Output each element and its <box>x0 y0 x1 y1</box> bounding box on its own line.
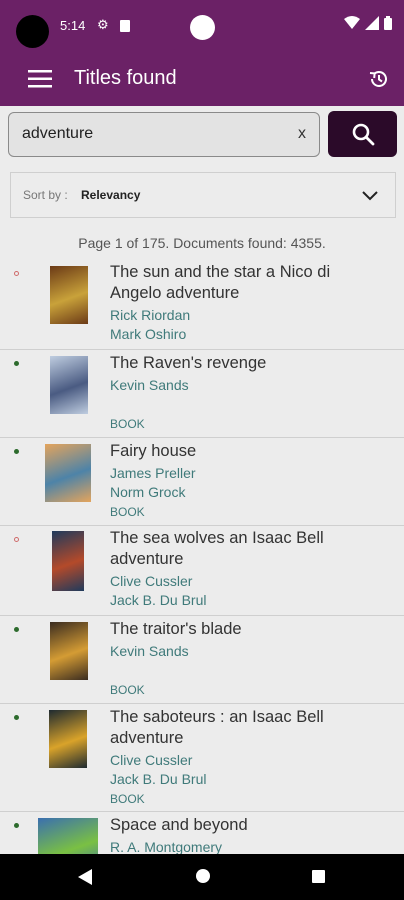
result-title[interactable]: The saboteurs : an Isaac Bell adventure <box>110 707 395 749</box>
list-item[interactable]: The sun and the star a Nico di Angelo adv… <box>0 260 404 350</box>
wifi-icon <box>344 16 360 29</box>
settings-status-icon: ⚙ <box>97 17 109 32</box>
result-author[interactable]: Kevin Sands <box>110 377 189 393</box>
page-info: Page 1 of 175. Documents found: 4355. <box>78 235 326 251</box>
search-input-value: adventure <box>22 125 94 142</box>
status-bullet <box>14 537 19 542</box>
recent-apps-icon[interactable] <box>312 870 325 883</box>
home-icon[interactable] <box>196 869 210 883</box>
result-author[interactable]: James Preller <box>110 465 196 481</box>
clear-search-button[interactable]: x <box>298 125 306 143</box>
result-author[interactable]: Clive Cussler <box>110 573 192 589</box>
camera-cutout <box>16 15 49 48</box>
search-input[interactable]: adventure x <box>8 112 320 157</box>
system-nav-bar <box>0 854 404 900</box>
history-icon[interactable] <box>367 67 391 91</box>
chevron-down-icon <box>362 191 378 201</box>
sort-label: Sort by : <box>23 188 68 202</box>
back-icon[interactable] <box>78 869 92 885</box>
result-title[interactable]: The Raven's revenge <box>110 353 395 374</box>
book-cover <box>50 266 88 324</box>
results-list: The sun and the star a Nico di Angelo adv… <box>0 260 404 854</box>
status-bullet <box>14 271 19 276</box>
result-author[interactable]: Jack B. Du Brul <box>110 771 206 787</box>
book-cover <box>50 356 88 414</box>
search-icon <box>352 123 375 146</box>
list-item[interactable]: The sea wolves an Isaac Bell adventure Cl… <box>0 526 404 616</box>
list-item[interactable]: Space and beyond R. A. Montgomery <box>0 812 404 854</box>
sort-value: Relevancy <box>81 188 141 202</box>
result-title[interactable]: Space and beyond <box>110 815 395 836</box>
result-author[interactable]: R. A. Montgomery <box>110 839 222 854</box>
result-title[interactable]: The sun and the star a Nico di Angelo adv… <box>110 262 395 304</box>
result-author[interactable]: Mark Oshiro <box>110 326 186 342</box>
status-bullet <box>14 449 19 454</box>
status-bullet <box>14 361 19 366</box>
app-bar: Titles found <box>0 52 404 106</box>
book-cover <box>45 444 91 502</box>
result-type: BOOK <box>110 683 145 697</box>
hamburger-icon[interactable] <box>28 69 52 89</box>
result-type: BOOK <box>110 505 145 519</box>
book-cover <box>49 710 87 768</box>
status-bullet <box>14 627 19 632</box>
status-bar: 5:14 ⚙ <box>0 0 404 52</box>
book-cover <box>38 818 98 854</box>
page-title: Titles found <box>74 67 177 89</box>
status-icons <box>344 16 392 30</box>
battery-icon <box>384 16 392 30</box>
result-author[interactable]: Norm Grock <box>110 484 185 500</box>
result-title[interactable]: The sea wolves an Isaac Bell adventure <box>110 528 395 570</box>
result-author[interactable]: Rick Riordan <box>110 307 190 323</box>
list-item[interactable]: The saboteurs : an Isaac Bell adventure C… <box>0 704 404 812</box>
book-cover <box>50 622 88 680</box>
sim-card-status-icon <box>120 20 130 32</box>
signal-icon <box>365 16 379 30</box>
list-item[interactable]: Fairy house James Preller Norm Grock BOO… <box>0 438 404 526</box>
sort-dropdown[interactable]: Sort by : Relevancy <box>10 172 396 218</box>
book-cover <box>52 531 84 591</box>
status-time: 5:14 <box>60 18 86 33</box>
status-bullet <box>14 823 19 828</box>
status-bullet <box>14 715 19 720</box>
result-author[interactable]: Kevin Sands <box>110 643 189 659</box>
result-title[interactable]: Fairy house <box>110 441 395 462</box>
list-item[interactable]: The Raven's revenge Kevin Sands BOOK <box>0 350 404 438</box>
result-author[interactable]: Clive Cussler <box>110 752 192 768</box>
result-author[interactable]: Jack B. Du Brul <box>110 592 206 608</box>
result-title[interactable]: The traitor's blade <box>110 619 395 640</box>
list-item[interactable]: The traitor's blade Kevin Sands BOOK <box>0 616 404 704</box>
result-type: BOOK <box>110 792 145 806</box>
front-camera-icon <box>190 15 215 40</box>
search-button[interactable] <box>328 111 397 157</box>
result-type: BOOK <box>110 417 145 431</box>
